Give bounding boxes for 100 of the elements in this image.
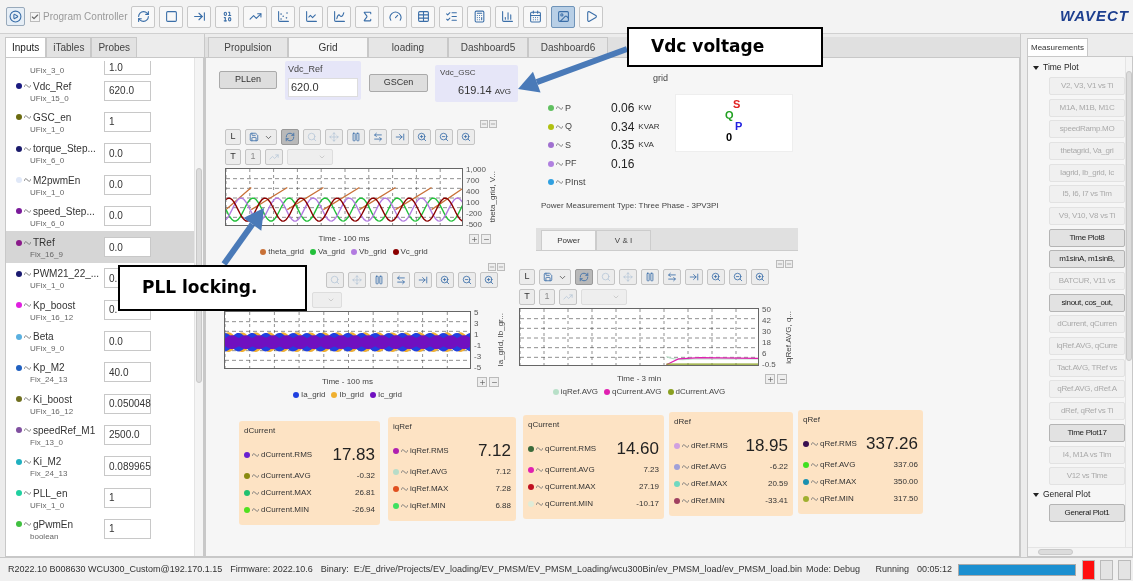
legend-label: Ib_grid [339,389,364,401]
input-name: Vdc_Ref [33,79,72,94]
stat-value: 350.00 [893,475,918,488]
binary-label: Binary: [320,562,349,576]
stat-name: qCurrent.MIN [545,497,593,510]
legend-label: dCurrent.AVG [675,386,726,398]
axis-tick-label: 700 [466,176,481,185]
axis-tick-label: -1 [474,341,483,350]
stat-name: dRef.RMS [691,440,728,452]
stat-value: -10.17 [636,497,659,510]
axis-label: iqRef.AVG, q... [783,310,794,364]
field-label: Vdc_GSC [440,67,477,79]
axis-tick-label: 30 [762,327,772,336]
stat-name: qRef.MIN [820,492,854,505]
stat-name: qCurrent.AVG [545,463,595,476]
stat-value: 6.88 [495,499,511,512]
power-label: Q [565,120,572,133]
connection-info: R2022.10 B008630 WCU300_Custom@192.170.1.15 [8,562,223,576]
card-title: dRef [674,416,692,428]
input-type: Fix_24_13 [29,375,69,385]
input-name: torque_Step... [33,142,96,157]
input-name: Ki_boost [33,392,72,407]
stat-name: qRef.AVG [820,458,856,471]
stat-name: dCurrent.RMS [261,449,313,461]
input-name: Beta [33,330,54,344]
legend-label: Va_grid [317,246,345,258]
stat-name: iqRef.RMS [410,445,449,457]
input-type: Fix_13_0 [29,437,64,447]
input-type: UFix_16_12 [29,406,75,416]
phasor-label: P [735,121,743,132]
stat-value: 337.26 [866,433,918,456]
input-type: UFix_1_0 [29,124,66,134]
stat-value: 14.60 [616,438,659,461]
stat-value: 20.59 [767,477,788,490]
axis-tick-label: -3 [474,352,483,361]
axis-label: Time - 3 min [615,373,663,385]
readout-unit: AVG [494,86,511,98]
callout-tooltip: Vdc voltage [627,27,823,67]
stat-value: 27.19 [638,480,659,493]
power-unit: KW [638,102,652,115]
input-name: GSC_en [33,110,72,125]
stat-value: 7.28 [495,482,511,495]
input-type: UFix_15_0 [29,93,70,103]
checkbox-label: Program Controller [43,10,128,24]
stat-value: -0.32 [356,469,375,482]
axis-tick-label: 42 [762,316,772,325]
axis-tick-label: 400 [466,187,481,196]
legend-label: Vc_grid [400,246,428,258]
power-value: 0.34 [611,118,635,136]
stat-name: iqRef.AVG [410,465,448,478]
axis-tick-label: 6 [762,349,768,358]
input-type: UFix_3_0 [29,66,66,75]
stat-name: iqRef.MAX [410,482,449,495]
logo: WAVECT [1059,6,1129,27]
firmware-info: Firmware: 2022.10.6 [230,562,313,576]
axis-tick-label: 5 [474,308,480,317]
input-name: PWM21_22_... [33,267,100,282]
elapsed-time: 00:05:12 [916,562,952,576]
input-type: UFix_1_0 [29,500,66,510]
axis-label: theta_grid, V... [487,171,498,223]
stat-name: dRef.MAX [691,477,728,490]
legend-label: Ic_grid [377,389,402,401]
input-name: Kp_M2 [33,361,65,376]
stat-name: dRef.AVG [691,460,727,473]
stat-value: 18.95 [745,435,788,458]
input-type: UFix_6_0 [29,218,66,228]
axis-tick-label: -500 [466,220,483,229]
power-unit: KVAR [638,120,660,133]
legend-label: iqRef.AVG [560,386,598,398]
input-name: TRef [33,236,55,251]
stat-value: 7.23 [643,463,659,476]
power-label: P [565,101,571,115]
phasor-label: 0 [726,132,733,143]
power-label: S [565,138,571,152]
stat-name: qCurrent.RMS [545,443,597,455]
stat-name: dCurrent.MIN [261,503,309,516]
input-type: UFix_9_0 [29,344,66,353]
axis-tick-label: 1,000 [466,165,485,174]
input-name: gPwmEn [33,517,73,532]
input-name: speedRef_M1 [33,423,96,438]
phasor-label: Q [725,110,734,121]
input-type: Fix_24_13 [29,469,69,479]
stat-name: iqRef.MIN [410,499,446,512]
field-label: Vdc_Ref [288,63,324,76]
card-title: qCurrent [528,419,561,431]
stat-value: 7.12 [477,440,511,463]
axis-tick-label: 1 [474,330,480,339]
axis-label: Time - 100 ms [321,376,374,388]
power-value: 0.35 [611,137,635,155]
mode-info: Mode: Debug [806,562,861,576]
power-label: PF [565,157,577,170]
input-name: speed_Step... [33,204,95,219]
input-name: PLL_en [33,486,68,501]
input-type: UFix_6_0 [29,156,66,166]
input-type: UFix_1_0 [29,281,66,291]
power-value: 0.06 [611,100,635,118]
power-value: 0.16 [611,155,635,173]
stat-value: 337.06 [893,458,918,471]
tree-group-label: General Plot [1043,488,1091,501]
power-unit: KVA [638,139,654,152]
